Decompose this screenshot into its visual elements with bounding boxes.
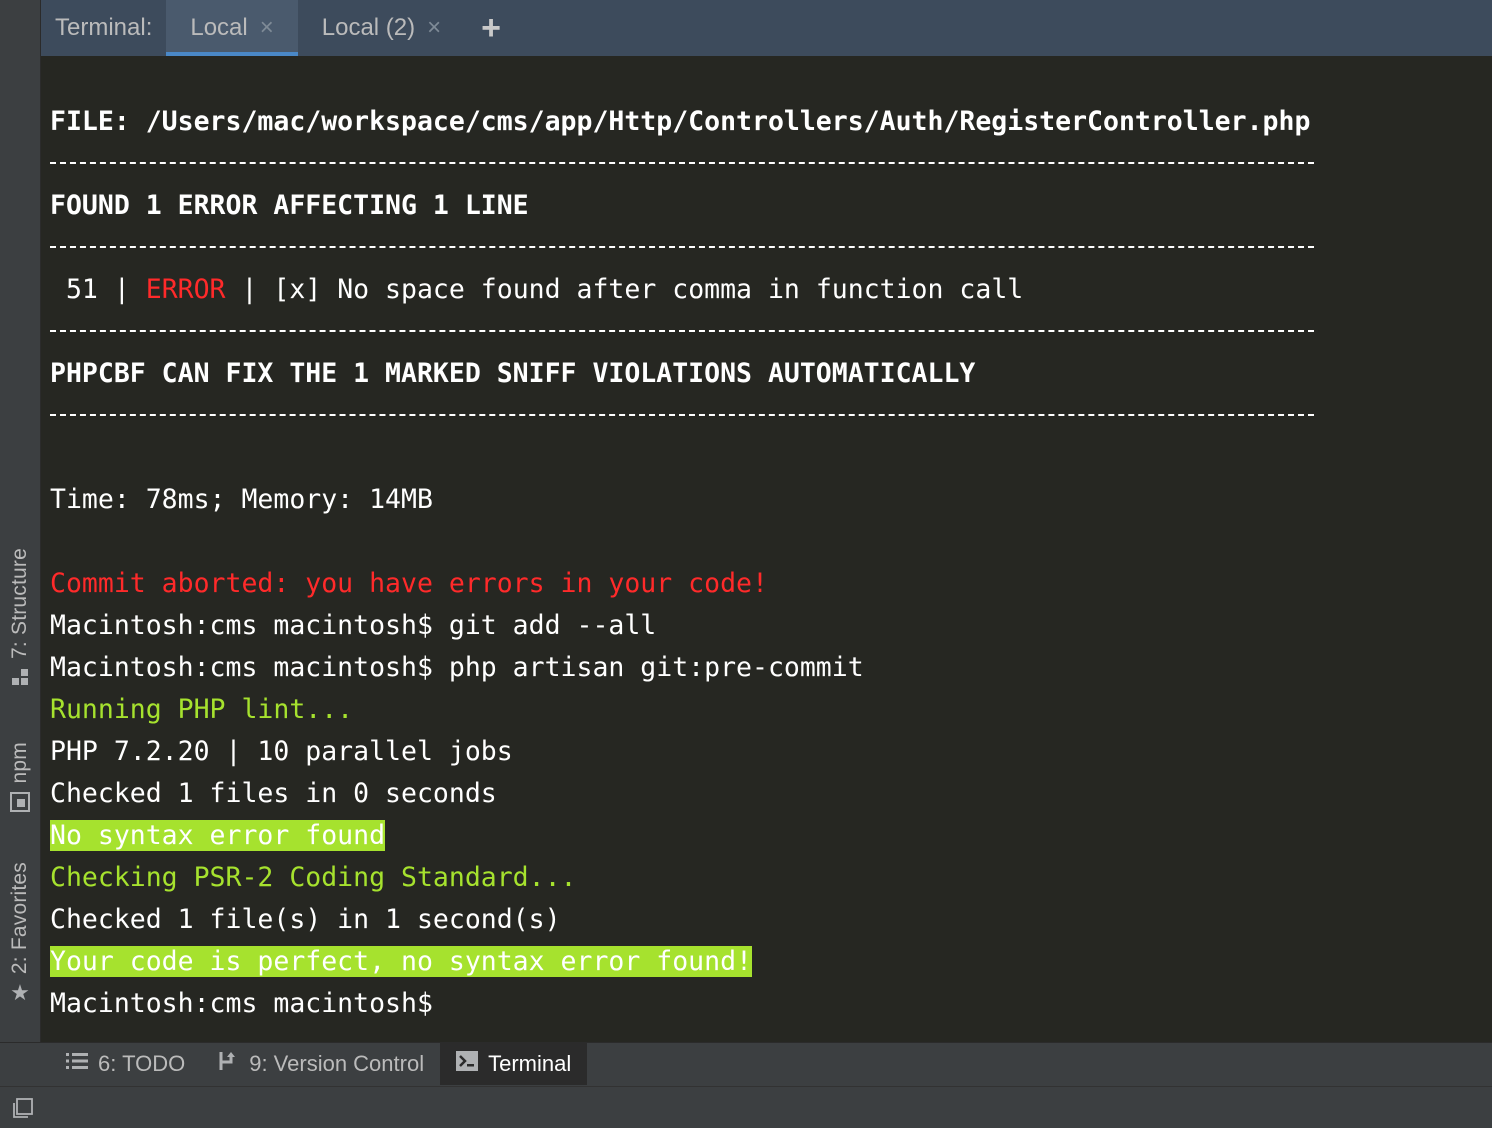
terminal-tab-local-2[interactable]: Local (2) ×	[298, 0, 465, 56]
tool-tab-label: npm	[8, 742, 31, 784]
close-icon[interactable]: ×	[260, 14, 274, 42]
terminal-icon	[456, 1051, 479, 1077]
tool-tab-structure[interactable]: 7: Structure	[2, 548, 38, 691]
output-commit-aborted: Commit aborted: you have errors in your …	[50, 568, 768, 599]
tool-tab-favorites[interactable]: ★ 2: Favorites	[2, 862, 38, 1004]
error-severity: ERROR	[145, 274, 226, 305]
star-icon: ★	[10, 980, 30, 1006]
success-highlight: No syntax error found	[50, 820, 386, 851]
output-running-lint: Running PHP lint...	[50, 694, 354, 725]
output-checked-files: Checked 1 files in 0 seconds	[50, 778, 497, 809]
terminal-label: Terminal:	[55, 14, 153, 41]
output-error-line: 51 | ERROR | [x] No space found after co…	[50, 272, 1023, 308]
close-icon[interactable]: ×	[427, 14, 441, 42]
tool-tab-todo[interactable]: 6: TODO	[50, 1043, 201, 1085]
terminal-tab-bar: Terminal: Local × Local (2) × +	[41, 0, 1492, 57]
status-bar	[0, 1086, 1492, 1128]
version-control-icon	[217, 1050, 239, 1078]
separator-line	[50, 414, 1314, 416]
output-command-git-add: Macintosh:cms macintosh$ git add --all	[50, 610, 657, 641]
output-php-version: PHP 7.2.20 | 10 parallel jobs	[50, 736, 513, 767]
npm-icon	[9, 791, 31, 817]
separator-line	[50, 246, 1314, 248]
ide-window: 7: Structure npm ★ 2: Favorites Terminal…	[0, 0, 1492, 1128]
tool-tab-terminal[interactable]: Terminal	[440, 1043, 588, 1085]
left-tool-strip: 7: Structure npm ★ 2: Favorites	[0, 0, 41, 1042]
output-checking-psr2: Checking PSR-2 Coding Standard...	[50, 862, 577, 893]
output-prompt: Macintosh:cms macintosh$	[50, 988, 433, 1019]
output-no-syntax-error: No syntax error found	[50, 818, 386, 854]
separator-line	[50, 330, 1314, 332]
add-tab-button[interactable]: +	[465, 0, 517, 56]
structure-icon	[10, 667, 30, 691]
terminal-output[interactable]: FILE: /Users/mac/workspace/cms/app/Http/…	[41, 56, 1492, 1042]
tool-tab-npm[interactable]: npm	[2, 742, 38, 817]
error-message: | [x] No space found after comma in func…	[225, 274, 1024, 305]
output-code-perfect: Your code is perfect, no syntax error fo…	[50, 944, 752, 980]
output-checked-files-2: Checked 1 file(s) in 1 second(s)	[50, 904, 561, 935]
output-file-line: FILE: /Users/mac/workspace/cms/app/Http/…	[50, 106, 1311, 137]
success-highlight: Your code is perfect, no syntax error fo…	[50, 946, 752, 977]
bottom-tool-bar: 6: TODO 9: Version Control Terminal	[0, 1042, 1492, 1085]
todo-list-icon	[66, 1052, 88, 1076]
tool-tab-label: 2: Favorites	[8, 862, 31, 975]
output-found-line: FOUND 1 ERROR AFFECTING 1 LINE	[50, 190, 529, 221]
terminal-lines: FILE: /Users/mac/workspace/cms/app/Http/…	[50, 56, 1314, 1019]
tool-tab-label: 6: TODO	[98, 1051, 186, 1076]
tool-tab-version-control[interactable]: 9: Version Control	[201, 1043, 440, 1085]
terminal-tab-local[interactable]: Local ×	[166, 0, 299, 56]
tool-tab-label: Terminal	[488, 1051, 572, 1076]
separator-line	[50, 162, 1314, 164]
output-time-line: Time: 78ms; Memory: 14MB	[50, 484, 433, 515]
tool-tab-label: 9: Version Control	[249, 1051, 425, 1076]
output-phpcbf-line: PHPCBF CAN FIX THE 1 MARKED SNIFF VIOLAT…	[50, 358, 976, 389]
tab-label: Local (2)	[321, 14, 416, 41]
terminal-panel: Terminal: Local × Local (2) × + FILE: /U…	[41, 0, 1492, 1042]
tool-tab-label: 7: Structure	[8, 548, 31, 659]
error-line-number: 51 |	[50, 274, 146, 305]
tab-label: Local	[190, 14, 248, 41]
output-command-pre-commit: Macintosh:cms macintosh$ php artisan git…	[50, 652, 864, 683]
toggle-tool-windows-icon[interactable]	[12, 1097, 33, 1118]
